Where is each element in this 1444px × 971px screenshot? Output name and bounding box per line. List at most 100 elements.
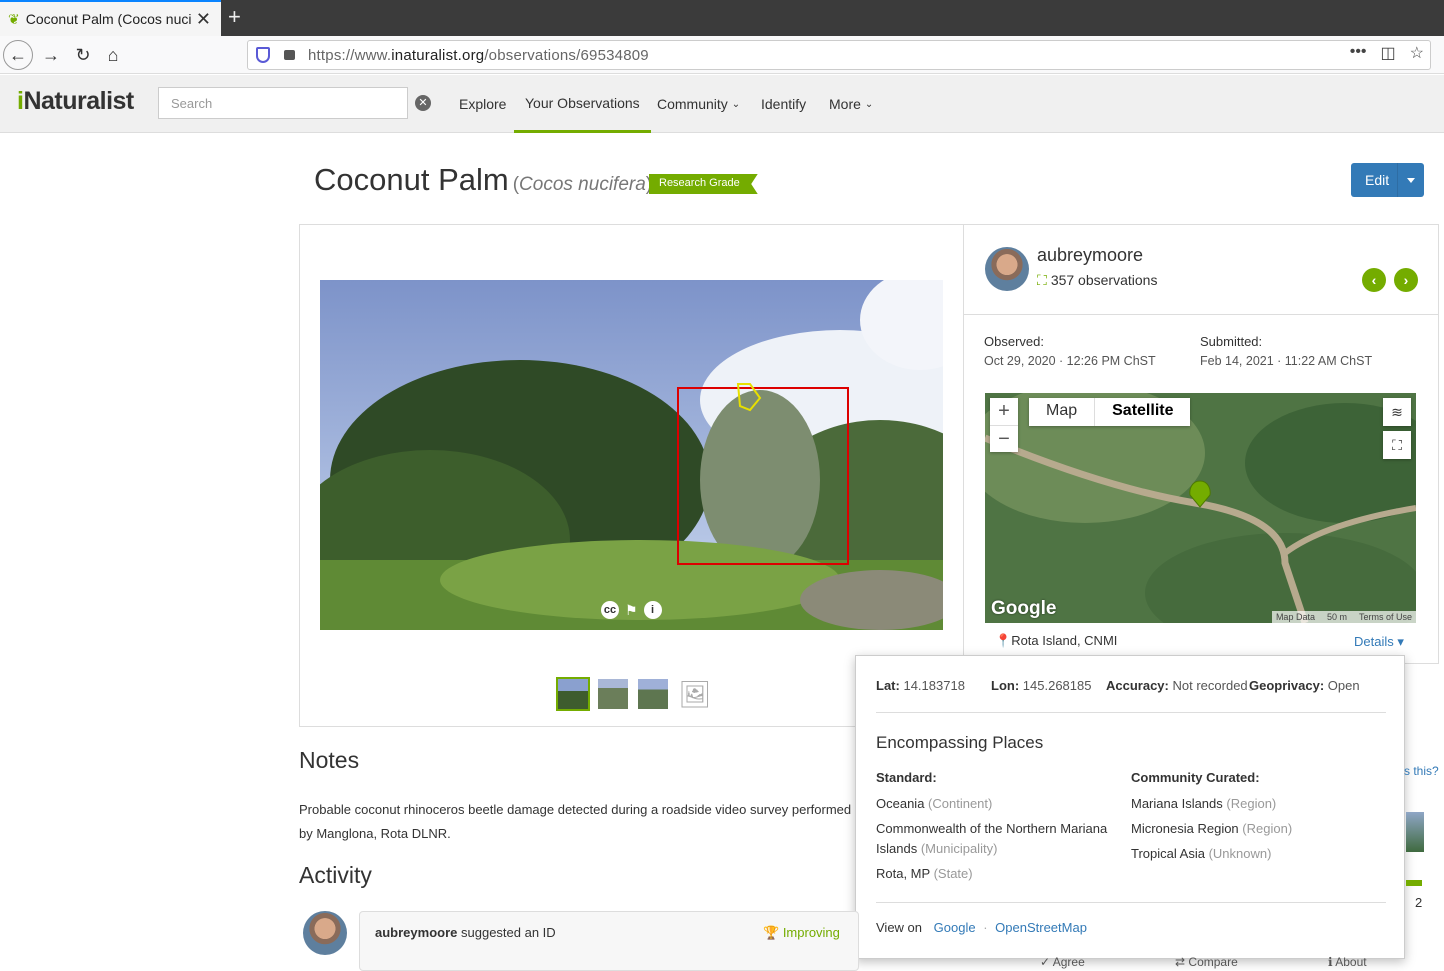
inaturalist-logo[interactable]: iNaturalist [17,87,134,116]
fullscreen-icon[interactable]: ⛶ [1383,431,1411,459]
divider [876,902,1386,903]
observation-count[interactable]: ⛶ 357 observations [1037,272,1157,289]
view-on-google-link[interactable]: Google [934,920,976,935]
compare-icon: ⇄ [1175,955,1186,969]
nav-community[interactable]: Community ⌄ [657,75,740,133]
place-item[interactable]: Mariana Islands (Region) [1131,794,1371,814]
chevron-down-icon: ⌄ [731,98,741,110]
chevron-down-icon: ⌄ [864,98,874,110]
scientific-name[interactable]: (Cocos nucifera) [513,174,652,196]
nav-your-observations[interactable]: Your Observations [514,75,651,133]
place-item[interactable]: Micronesia Region (Region) [1131,819,1371,839]
url-text: https://www.inaturalist.org/observations… [308,46,649,64]
bookmark-star-icon[interactable]: ☆ [1410,43,1424,63]
observation-map[interactable]: + − Map Satellite ≋ ⛶ Google Map Data 50… [985,393,1416,623]
map-footer: Map Data 50 m Terms of Use [1271,611,1416,623]
nav-identify[interactable]: Identify [761,75,806,133]
map-data-link[interactable]: Map Data [1276,612,1315,622]
search-input[interactable]: Search [158,87,408,119]
add-photo-icon[interactable]: 🖼 [676,677,714,711]
place-item[interactable]: Commonwealth of the Northern Mariana Isl… [876,819,1116,859]
divider [876,712,1386,713]
zoom-in-icon[interactable]: + [990,398,1018,425]
avatar[interactable] [303,911,347,955]
clear-search-icon[interactable]: ✕ [415,95,431,111]
photo-panel: cc ⚑ i [299,224,964,727]
activity-user[interactable]: aubreymoore [375,925,457,940]
browser-nav-bar: ← → ↻ ⌂ https://www.inaturalist.org/obse… [0,36,1444,74]
photo-controls: cc ⚑ i [601,601,662,619]
previous-observation-icon[interactable]: ‹ [1362,268,1386,292]
compare-button[interactable]: ⇄ Compare [1175,955,1238,969]
inat-favicon-icon: ❦ [8,10,20,27]
nav-explore[interactable]: Explore [459,75,506,133]
community-places-list: Mariana Islands (Region) Micronesia Regi… [1131,794,1371,869]
place-item[interactable]: Oceania (Continent) [876,794,1116,814]
check-icon: ✓ [1040,955,1051,969]
edit-dropdown-toggle[interactable] [1397,163,1424,197]
reload-icon[interactable]: ↻ [70,42,96,68]
address-bar[interactable]: https://www.inaturalist.org/observations… [247,40,1431,70]
back-icon[interactable]: ← [3,40,33,70]
standard-places-heading: Standard: [876,770,937,785]
pocket-icon[interactable]: ◫ [1381,43,1396,63]
forward-icon[interactable]: → [38,42,64,68]
map-zoom-controls: + − [990,398,1018,452]
agree-button[interactable]: ✓ Agree [1040,955,1085,969]
flag-icon[interactable]: ⚑ [625,602,638,619]
info-icon[interactable]: i [643,601,662,619]
tab-title: Coconut Palm (Cocos nucifera) [25,11,191,27]
observer-avatar[interactable] [985,247,1029,291]
layers-icon[interactable]: ≋ [1383,398,1411,426]
binoculars-icon: ⛶ [1037,272,1047,288]
notes-text: Probable coconut rhinoceros beetle damag… [299,802,852,841]
page-actions-icon[interactable]: ••• [1350,43,1367,63]
longitude: Lon: 145.268185 [991,678,1092,693]
photo-thumbnails: 🖼 [556,677,714,711]
location-details-popover: Lat: 14.183718 Lon: 145.268185 Accuracy:… [855,655,1405,959]
edit-button[interactable]: Edit [1351,163,1424,197]
creative-commons-icon[interactable]: cc [601,601,619,619]
map-scale: 50 m [1326,612,1347,622]
geoprivacy: Geoprivacy: Open [1249,678,1360,693]
browser-tab[interactable]: ❦ Coconut Palm (Cocos nucifera) ✕ [0,0,221,36]
view-on-openstreetmap-link[interactable]: OpenStreetMap [995,920,1087,935]
google-logo: Google [991,598,1057,619]
terms-of-use-link[interactable]: Terms of Use [1359,612,1412,622]
encompassing-places-heading: Encompassing Places [876,733,1044,752]
home-icon[interactable]: ⌂ [100,42,126,68]
accuracy: Accuracy: Not recorded [1106,678,1248,693]
site-header: iNaturalist Search ✕ Explore Your Observ… [0,75,1444,133]
place-item[interactable]: Rota, MP (State) [876,864,1116,884]
view-on: View on Google · OpenStreetMap [876,920,1087,935]
photo-thumbnail[interactable] [596,677,630,711]
photo-thumbnail[interactable] [556,677,590,711]
lock-icon[interactable] [284,50,295,60]
new-tab-icon[interactable]: + [228,4,241,30]
community-places-heading: Community Curated: [1131,770,1260,785]
divider [964,314,1438,315]
details-dropdown-link[interactable]: Details ▾ [1354,634,1404,650]
next-observation-icon[interactable]: › [1394,268,1418,292]
map-type-satellite[interactable]: Satellite [1094,398,1190,426]
standard-places-list: Oceania (Continent) Commonwealth of the … [876,794,1116,889]
map-type-map[interactable]: Map [1029,398,1094,426]
browser-tab-bar: ❦ Coconut Palm (Cocos nucifera) ✕ + [0,0,1444,36]
agreement-bar [1406,880,1422,886]
place-item[interactable]: Tropical Asia (Unknown) [1131,844,1371,864]
observation-photo[interactable] [320,280,943,630]
observation-nav: ‹ › [1362,268,1418,292]
latitude: Lat: 14.183718 [876,678,965,693]
close-tab-icon[interactable]: ✕ [196,9,211,30]
community-id-thumbnail[interactable] [1406,812,1424,852]
about-button[interactable]: ℹ About [1328,955,1367,969]
photo-thumbnail[interactable] [636,677,670,711]
nav-more[interactable]: More ⌄ [829,75,873,133]
info-icon: ℹ [1328,955,1333,969]
observer-username[interactable]: aubreymoore [1037,245,1143,266]
whats-this-link[interactable]: s this? [1404,764,1439,778]
place-name: 📍Rota Island, CNMI [995,633,1118,648]
tracking-shield-icon[interactable] [256,47,270,63]
trophy-icon: 🏆 [763,925,780,940]
zoom-out-icon[interactable]: − [990,425,1018,452]
